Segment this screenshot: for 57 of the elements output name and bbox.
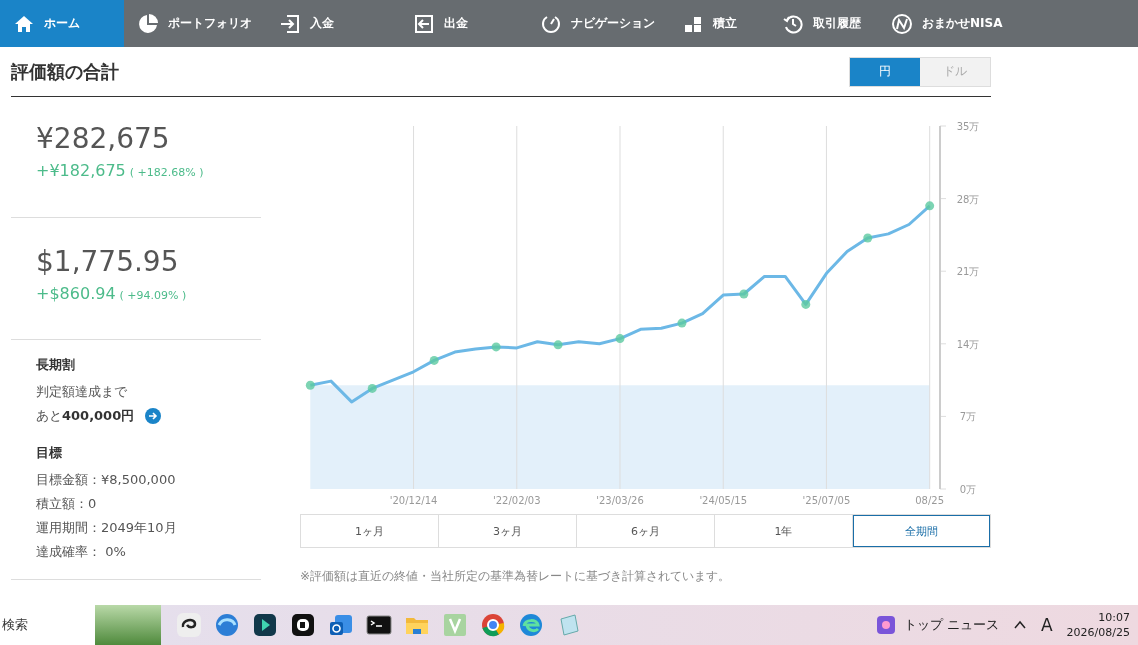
goal-text: 積立額：0 xyxy=(36,495,98,513)
gain-value: +¥182,675 xyxy=(36,161,126,180)
wave-circle-icon[interactable] xyxy=(517,611,545,639)
footnote: ※評価額は直近の終値・当社所定の基準為替レートに基づき計算されています。 xyxy=(300,568,732,585)
nav-tab[interactable]: ホーム xyxy=(0,0,124,47)
forest-picture xyxy=(95,605,161,645)
swirl-icon[interactable] xyxy=(213,611,241,639)
square-tile-icon[interactable] xyxy=(289,611,317,639)
circled-n-icon xyxy=(892,13,912,34)
nav-tab[interactable]: 入金 xyxy=(266,0,400,47)
search-field[interactable]: 検索 xyxy=(0,605,95,645)
ime-indicator[interactable]: A xyxy=(1040,615,1053,635)
arrow-right-icon[interactable] xyxy=(145,408,162,424)
goal-text: 運用期間：2049年10月 xyxy=(36,519,178,537)
axis-label: 35万 xyxy=(956,121,980,132)
nav-tab[interactable]: おまかせNISA xyxy=(878,0,1017,47)
nav-tab[interactable]: 積立 xyxy=(669,0,769,47)
section-title: 目標 xyxy=(36,444,63,462)
nav-tab[interactable]: 出金 xyxy=(400,0,527,47)
history-icon xyxy=(783,13,803,34)
page-title: 評価額の合計 xyxy=(11,59,119,84)
remaining-amount: あと400,000円 xyxy=(36,407,135,425)
axis-label: '22/02/03 xyxy=(492,495,541,506)
axis-label: 28万 xyxy=(956,193,980,205)
section-title: 長期割 xyxy=(36,356,76,374)
nav-tab[interactable]: 取引履歴 xyxy=(769,0,878,47)
period-tab[interactable]: 全期間 xyxy=(853,515,990,547)
currency-toggle[interactable]: 円 xyxy=(850,57,920,86)
clock-time[interactable]: 10:07 xyxy=(1098,610,1130,625)
axis-label: '20/12/14 xyxy=(389,495,438,506)
amount-value: ¥282,675 xyxy=(36,121,171,157)
axis-label: 0万 xyxy=(959,484,977,495)
goal-text: 目標金額：¥8,500,000 xyxy=(36,471,177,489)
axis-label: 21万 xyxy=(956,266,980,278)
amount-value: $1,775.95 xyxy=(36,244,180,280)
home-icon xyxy=(14,13,34,34)
browser-icon[interactable] xyxy=(479,611,507,639)
gain-percent: ( +94.09% ) xyxy=(119,289,187,302)
axis-label: '25/07/05 xyxy=(802,495,851,506)
clock-date[interactable]: 2026/08/25 xyxy=(1066,625,1130,640)
nav-tab[interactable]: ナビゲーション xyxy=(527,0,669,47)
axis-label: 08/25 xyxy=(915,495,945,506)
info-text: 判定額達成まで xyxy=(36,383,128,401)
goal-text: 達成確率： 0% xyxy=(36,543,127,561)
axis-label: '23/03/26 xyxy=(596,495,644,506)
axis-label: 14万 xyxy=(956,338,980,350)
news-label[interactable]: トップ ニュース xyxy=(903,616,999,634)
axis-label: 7万 xyxy=(959,411,977,423)
axis-label: '24/05/15 xyxy=(699,495,748,506)
gain-value: +$860.94 xyxy=(36,284,116,303)
play-tile-icon[interactable] xyxy=(251,611,279,639)
pie-chart-icon xyxy=(138,13,158,34)
letter-tile-icon[interactable] xyxy=(441,611,469,639)
enter-arrow-icon xyxy=(280,13,300,34)
gauge-icon xyxy=(541,13,561,34)
gain-percent: ( +182.68% ) xyxy=(129,166,204,179)
nav-tab[interactable]: ポートフォリオ xyxy=(124,0,266,47)
